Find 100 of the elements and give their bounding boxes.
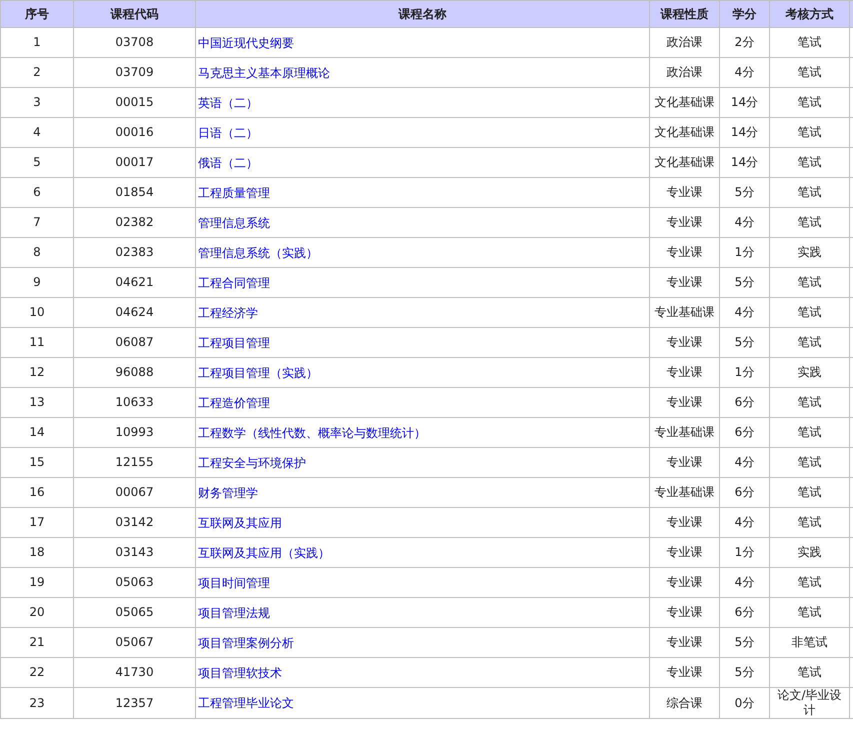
table-cell: 10 xyxy=(0,298,74,328)
table-cell: 2分 xyxy=(720,28,770,58)
table-cell: 02382 xyxy=(74,208,196,238)
table-cell: 笔试 xyxy=(770,598,850,628)
table-cell: 4分 xyxy=(720,208,770,238)
table-cell: 05063 xyxy=(74,568,196,598)
table-cell: 笔试 xyxy=(770,418,850,448)
table-cell: 专业课 xyxy=(650,508,720,538)
table-cell: 政治课 xyxy=(650,28,720,58)
table-cell: 笔试 xyxy=(770,658,850,688)
course-link[interactable]: 俄语（二） xyxy=(198,156,258,170)
table-cell: 19 xyxy=(0,568,74,598)
table-cell: 专业课 xyxy=(650,628,720,658)
column-header: 学分 xyxy=(720,0,770,28)
table-cell: 实践 xyxy=(770,538,850,568)
course-link[interactable]: 中国近现代史纲要 xyxy=(198,36,294,50)
table-cell: 16 xyxy=(0,478,74,508)
table-cell: 专业课 xyxy=(650,538,720,568)
table-cell: 笔试 xyxy=(770,388,850,418)
table-cell: 18 xyxy=(0,538,74,568)
table-cell: 实践 xyxy=(770,358,850,388)
table-cell: 专业课 xyxy=(650,208,720,238)
table-cell: 14分 xyxy=(720,88,770,118)
table-cell: 6分 xyxy=(720,478,770,508)
course-link[interactable]: 项目时间管理 xyxy=(198,576,270,590)
table-cell: 1分 xyxy=(720,238,770,268)
table-cell: 04624 xyxy=(74,298,196,328)
course-link[interactable]: 工程安全与环境保护 xyxy=(198,456,306,470)
table-cell: 5分 xyxy=(720,178,770,208)
table-cell: 14分 xyxy=(720,118,770,148)
course-link[interactable]: 工程项目管理 xyxy=(198,336,270,350)
table-cell: 笔试 xyxy=(770,118,850,148)
table-cell: 21 xyxy=(0,628,74,658)
table-cell: 笔试 xyxy=(770,448,850,478)
column-header: 序号 xyxy=(0,0,74,28)
table-cell: 非笔试 xyxy=(770,628,850,658)
course-link[interactable]: 互联网及其应用 xyxy=(198,516,282,530)
course-link[interactable]: 马克思主义基本原理概论 xyxy=(198,66,330,80)
table-cell: 10993 xyxy=(74,418,196,448)
table-cell: 5 xyxy=(0,148,74,178)
table-cell: 笔试 xyxy=(770,508,850,538)
course-link[interactable]: 管理信息系统 xyxy=(198,216,270,230)
column-header: 课程代码 xyxy=(74,0,196,28)
table-cell: 01854 xyxy=(74,178,196,208)
table-cell: 实践 xyxy=(770,238,850,268)
course-link[interactable]: 项目管理软技术 xyxy=(198,666,282,680)
table-cell: 5分 xyxy=(720,628,770,658)
course-link[interactable]: 工程经济学 xyxy=(198,306,258,320)
table-cell: 00067 xyxy=(74,478,196,508)
course-link[interactable]: 项目管理法规 xyxy=(198,606,270,620)
table-cell: 00016 xyxy=(74,118,196,148)
table-cell: 笔试 xyxy=(770,88,850,118)
table-cell: 6 xyxy=(0,178,74,208)
table-cell: 笔试 xyxy=(770,28,850,58)
table-cell: 文化基础课 xyxy=(650,148,720,178)
table-cell: 4分 xyxy=(720,448,770,478)
table-cell: 专业课 xyxy=(650,658,720,688)
table-cell: 96088 xyxy=(74,358,196,388)
column-header: 课程名称 xyxy=(196,0,650,28)
table-cell: 专业基础课 xyxy=(650,478,720,508)
table-cell: 22 xyxy=(0,658,74,688)
course-link[interactable]: 工程合同管理 xyxy=(198,276,270,290)
table-cell: 5分 xyxy=(720,268,770,298)
table-cell: 15 xyxy=(0,448,74,478)
course-link[interactable]: 工程项目管理（实践） xyxy=(198,366,318,380)
table-cell: 文化基础课 xyxy=(650,118,720,148)
table-cell: 专业课 xyxy=(650,568,720,598)
table-cell: 专业课 xyxy=(650,328,720,358)
table-cell: 03709 xyxy=(74,58,196,88)
table-cell: 17 xyxy=(0,508,74,538)
table-cell: 专业课 xyxy=(650,388,720,418)
table-cell: 笔试 xyxy=(770,148,850,178)
course-link[interactable]: 管理信息系统（实践） xyxy=(198,246,318,260)
table-cell: 10633 xyxy=(74,388,196,418)
table-cell: 笔试 xyxy=(770,568,850,598)
table-cell: 笔试 xyxy=(770,58,850,88)
table-cell: 8 xyxy=(0,238,74,268)
table-cell: 5分 xyxy=(720,328,770,358)
table-cell: 03142 xyxy=(74,508,196,538)
table-cell: 1分 xyxy=(720,358,770,388)
table-cell: 笔试 xyxy=(770,298,850,328)
course-link[interactable]: 日语（二） xyxy=(198,126,258,140)
table-cell: 6分 xyxy=(720,388,770,418)
course-link[interactable]: 英语（二） xyxy=(198,96,258,110)
course-link[interactable]: 互联网及其应用（实践） xyxy=(198,546,330,560)
table-cell: 02383 xyxy=(74,238,196,268)
table-cell: 1分 xyxy=(720,538,770,568)
table-cell: 笔试 xyxy=(770,328,850,358)
course-link[interactable]: 工程质量管理 xyxy=(198,186,270,200)
table-cell: 3 xyxy=(0,88,74,118)
table-cell: 11 xyxy=(0,328,74,358)
table-cell: 5分 xyxy=(720,658,770,688)
table-cell: 专业基础课 xyxy=(650,418,720,448)
course-link[interactable]: 工程管理毕业论文 xyxy=(198,696,294,710)
table-cell: 6分 xyxy=(720,418,770,448)
course-link[interactable]: 财务管理学 xyxy=(198,486,258,500)
table-cell: 笔试 xyxy=(770,478,850,508)
course-link[interactable]: 工程造价管理 xyxy=(198,396,270,410)
table-cell: 12155 xyxy=(74,448,196,478)
course-link[interactable]: 项目管理案例分析 xyxy=(198,636,294,650)
